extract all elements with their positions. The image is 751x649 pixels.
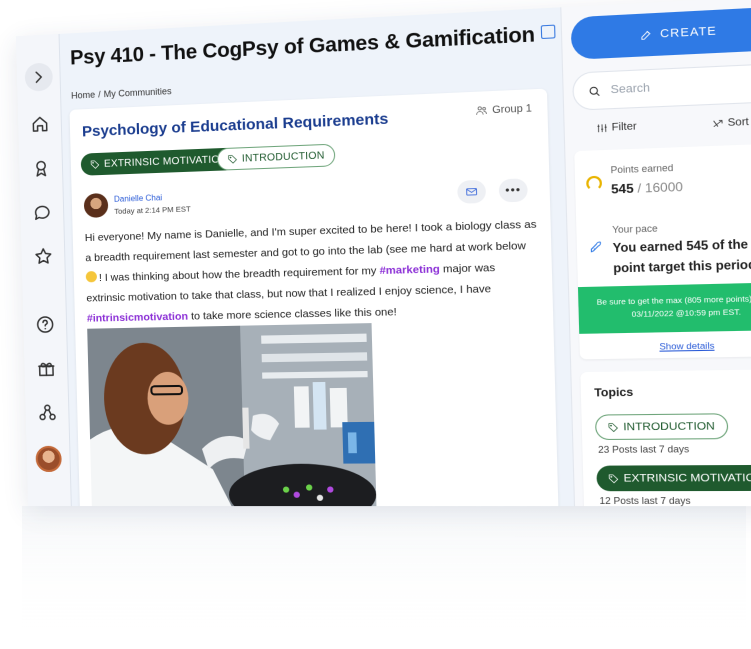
rocket-icon [588,240,604,255]
tag-icon [227,154,238,165]
help-nav-button[interactable] [32,311,58,338]
breadcrumb: Home / My Communities [71,86,172,101]
filter-label: Filter [611,120,637,134]
topics-panel: Topics INTRODUCTION 23 Posts last 7 days… [580,369,751,507]
your-pace-label: Your pace [612,223,658,236]
hashtag-intrinsicmotivation[interactable]: #intrinsicmotivation [87,310,188,324]
communities-nav-button[interactable] [34,400,60,426]
main-column: Psy 410 - The CogPsy of Games & Gamifica… [66,8,569,507]
post-body: Hi everyone! My name is Danielle, and I'… [85,214,540,329]
topic-post-count: 12 Posts last 7 days [599,495,691,507]
gift-icon [36,358,56,378]
tag-label: EXTRINSIC MOTIVATION [103,153,228,170]
app-window: Psy 410 - The CogPsy of Games & Gamifica… [15,0,751,507]
topic-tag-introduction[interactable]: INTRODUCTION [594,413,728,441]
gauge-icon [586,175,603,192]
chat-bubble-icon [34,205,50,220]
home-icon [32,116,48,132]
breadcrumb-separator: / [98,89,101,100]
search-icon [587,83,602,97]
tag-icon [607,422,619,433]
breadcrumb-my-communities[interactable]: My Communities [104,86,172,99]
tag-introduction[interactable]: INTRODUCTION [216,143,336,171]
hashtag-marketing[interactable]: #marketing [379,263,440,277]
network-icon [37,403,57,423]
envelope-icon [465,185,478,198]
points-earned-number: 545 [610,180,634,197]
author-name[interactable]: Danielle Chai [114,193,162,204]
reflection-fade [22,506,746,649]
points-deadline-banner: Be sure to get the max (805 more points)… [577,282,751,334]
search-input[interactable] [610,76,751,97]
sort-button[interactable]: Sort [711,116,749,129]
left-rail [15,33,72,507]
sort-label: Sort [727,116,750,130]
create-button[interactable]: CREATE [570,6,751,60]
right-sidebar: CREATE Filter Sort Points earned 545 / 1… [560,0,751,507]
sort-icon [711,117,724,129]
award-icon [36,160,47,177]
favorites-nav-button[interactable] [30,243,56,270]
messages-nav-button[interactable] [29,199,55,226]
filter-sliders-icon [596,122,609,134]
breadcrumb-home[interactable]: Home [71,90,95,101]
tag-label: INTRODUCTION [241,149,325,165]
points-earned-label: Points earned [610,162,674,176]
compose-icon [639,28,653,42]
topic-tag-extrinsic-motivation[interactable]: EXTRINSIC MOTIVATION [596,464,751,492]
tag-icon [608,473,620,484]
post-more-button[interactable]: ••• [498,178,528,203]
post-timestamp: Today at 2:14 PM EST [114,204,191,216]
expand-rail-button[interactable] [24,62,54,92]
lab-photo-illustration [87,323,377,507]
post-body-text: to take more science classes like this o… [190,305,397,323]
topic-tag-label: INTRODUCTION [623,419,716,434]
mirror-reflection [22,506,746,649]
tag-extrinsic-motivation[interactable]: EXTRINSIC MOTIVATION [80,147,237,176]
achievements-nav-button[interactable] [28,155,54,182]
points-total: / 16000 [637,179,684,196]
post-photo[interactable] [87,323,377,507]
help-circle-icon [35,314,55,334]
post-body-text: Hi everyone! My name is Danielle, and I'… [84,218,537,265]
course-title: Psy 410 - The CogPsy of Games & Gamifica… [69,22,557,70]
group-label: Group 1 [475,102,533,117]
user-avatar[interactable] [35,445,62,473]
topic-post-count: 23 Posts last 7 days [597,443,690,455]
group-name: Group 1 [492,102,533,116]
show-details-link[interactable]: Show details [579,339,751,353]
star-icon [35,247,52,264]
tag-icon [90,159,100,169]
post-card: Psychology of Educational Requirements G… [69,88,559,507]
group-icon [475,104,488,117]
stage: Psy 410 - The CogPsy of Games & Gamifica… [0,0,751,649]
search-box [572,62,751,111]
edit-title-icon[interactable] [541,24,557,40]
topic-tag-label: EXTRINSIC MOTIVATION [623,471,751,485]
points-earned-value: 545 / 16000 [611,179,683,196]
topics-heading: Topics [594,386,634,400]
smiling-emoji-icon [85,271,98,283]
post-title[interactable]: Psychology of Educational Requirements [82,110,389,140]
author-avatar[interactable] [83,192,109,218]
create-button-label: CREATE [659,24,718,41]
message-author-button[interactable] [457,179,487,204]
your-pace-text: You earned 545 of the 1000 point target … [612,238,751,276]
rewards-nav-button[interactable] [33,355,59,381]
more-horizontal-icon: ••• [505,183,522,197]
points-panel: Points earned 545 / 16000 Your pace You … [574,142,751,360]
chevron-right-icon [35,71,42,83]
filter-button[interactable]: Filter [596,121,637,134]
course-title-text: Psy 410 - The CogPsy of Games & Gamifica… [69,23,536,70]
home-nav-button[interactable] [27,111,53,138]
post-body-text: ! I was thinking about how the breadth r… [98,264,377,285]
